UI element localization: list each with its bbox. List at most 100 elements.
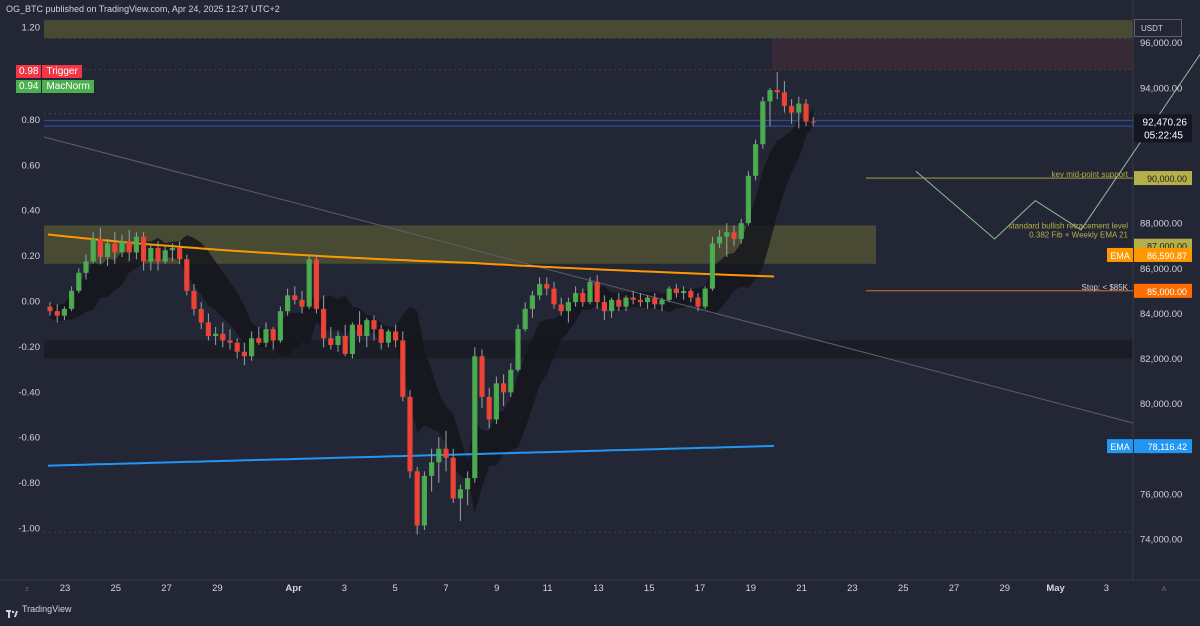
candle xyxy=(421,471,427,530)
candle xyxy=(306,254,312,309)
candle xyxy=(709,236,715,291)
time-tick-label: 5 xyxy=(393,583,398,594)
target-zone xyxy=(772,38,1133,70)
price-tick-label: 80,000.00 xyxy=(1140,399,1182,410)
ema-long-label: EMA xyxy=(1110,442,1130,452)
candle-body xyxy=(810,121,816,123)
resistance-zone xyxy=(44,20,1133,39)
candle-body xyxy=(112,243,118,253)
candle-body xyxy=(292,295,298,300)
candle xyxy=(407,390,413,479)
candle-body xyxy=(688,290,694,298)
candle xyxy=(753,139,759,181)
candle-body xyxy=(184,259,190,291)
candle-body xyxy=(119,241,125,253)
candle-body xyxy=(227,340,233,343)
candle-body xyxy=(666,288,672,300)
candle-body xyxy=(609,299,615,312)
time-tick-label: 9 xyxy=(494,583,499,594)
candle-body xyxy=(277,311,283,341)
legend-trigger-value: 0.98 xyxy=(16,65,42,78)
candle-body xyxy=(745,175,751,224)
candle-body xyxy=(753,144,759,176)
price-tick-label: 84,000.00 xyxy=(1140,309,1182,320)
currency-box[interactable]: USDT xyxy=(1134,19,1182,37)
candle-body xyxy=(364,320,370,336)
candle xyxy=(666,286,672,303)
candle-body xyxy=(97,238,103,257)
candle-body xyxy=(702,288,708,307)
candle-body xyxy=(436,448,442,463)
candle-body xyxy=(263,329,269,343)
level-tag-text: 90,000.00 xyxy=(1147,174,1187,184)
oscillator-tick-label: -0.80 xyxy=(18,478,40,489)
candle xyxy=(414,466,420,535)
candle-body xyxy=(285,295,291,312)
price-chart[interactable]: key mid-point support standard bullish re… xyxy=(0,0,1200,621)
candle-body xyxy=(270,329,276,341)
oscillator-tick-label: -0.60 xyxy=(18,433,40,444)
candle-body xyxy=(443,448,449,458)
candle-body xyxy=(256,338,262,343)
time-tick-label: 29 xyxy=(1000,583,1011,594)
candle-body xyxy=(126,241,132,253)
candle-body xyxy=(450,457,456,499)
oscillator-tick-label: 0.80 xyxy=(22,115,41,126)
candle-body xyxy=(565,302,571,312)
time-tick-label: 7 xyxy=(443,583,448,594)
candle-body xyxy=(54,311,60,316)
candle-body xyxy=(465,478,471,490)
candle-body xyxy=(249,338,255,357)
price-tick-label: 76,000.00 xyxy=(1140,489,1182,500)
candle-body xyxy=(551,288,557,305)
candle-body xyxy=(313,259,319,309)
candle-body xyxy=(105,243,111,257)
footer-branding[interactable]: TradingView xyxy=(6,604,72,618)
price-tick-label: 96,000.00 xyxy=(1140,38,1182,49)
time-tick-label: 27 xyxy=(949,583,960,594)
candle xyxy=(313,254,319,314)
candle-body xyxy=(695,297,701,307)
oscillator-tick-label: 0.20 xyxy=(22,251,41,262)
candle-body xyxy=(162,250,168,262)
candle-body xyxy=(234,342,240,352)
ema-short-label: EMA xyxy=(1110,251,1130,261)
candle-body xyxy=(652,297,658,305)
price-tick-label: 82,000.00 xyxy=(1140,354,1182,365)
candle-body xyxy=(414,471,420,526)
candle-body xyxy=(83,261,89,273)
candle-body xyxy=(724,232,730,237)
candle-body xyxy=(407,396,413,472)
oscillator-tick-label: 0.40 xyxy=(22,206,41,217)
ema-short-value: 86,590.87 xyxy=(1147,251,1187,261)
candle-body xyxy=(508,369,514,393)
candle-body xyxy=(472,356,478,479)
candle-body xyxy=(681,290,687,294)
publish-header: OG_BTC published on TradingView.com, Apr… xyxy=(6,4,280,14)
time-tick-label: Apr xyxy=(285,583,302,594)
candle-body xyxy=(191,290,197,309)
candle-body xyxy=(198,308,204,323)
time-tick-label: 19 xyxy=(746,583,757,594)
candle-body xyxy=(781,92,787,106)
candle-body xyxy=(486,396,492,420)
oscillator-tick-label: -0.20 xyxy=(18,342,40,353)
candle-body xyxy=(378,329,384,343)
candle-body xyxy=(623,297,629,307)
candle-body xyxy=(573,293,579,303)
time-tick-label: May xyxy=(1046,583,1065,594)
chart-stage[interactable]: key mid-point support standard bullish re… xyxy=(0,0,1200,621)
time-tick-label: 23 xyxy=(60,583,71,594)
candle-body xyxy=(717,236,723,244)
candle-body xyxy=(306,259,312,307)
legend-macnorm-name: MacNorm xyxy=(42,80,94,93)
time-tick-label: 3 xyxy=(1104,583,1109,594)
level-tag-text: 85,000.00 xyxy=(1147,287,1187,297)
footer-brand-label: TradingView xyxy=(22,604,72,614)
candle-body xyxy=(501,383,507,393)
candle xyxy=(493,376,499,424)
candle-body xyxy=(76,272,82,291)
legend-trigger-name: Trigger xyxy=(42,65,82,78)
level-label: Stop: < $85K xyxy=(1082,283,1129,292)
last-price-text: 92,470.26 xyxy=(1143,117,1188,128)
